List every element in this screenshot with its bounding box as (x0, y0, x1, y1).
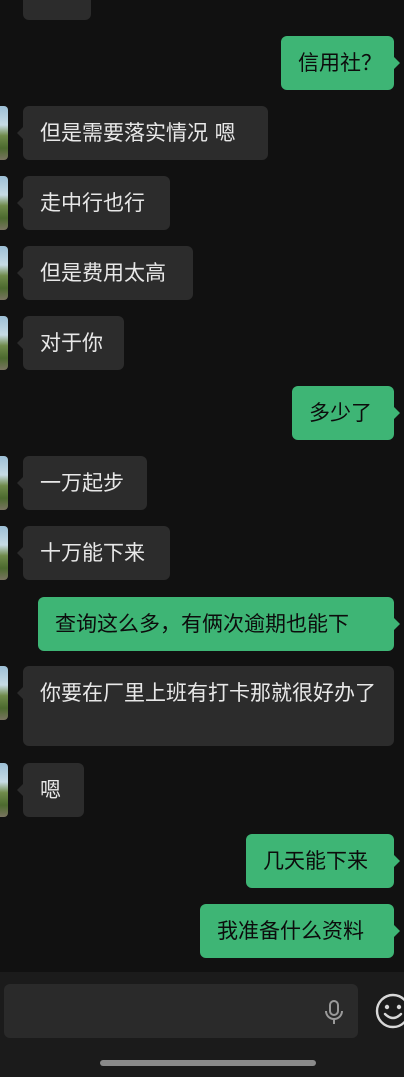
message-bubble-incoming[interactable]: 你要在厂里上班有打卡那就很好办了 (17, 666, 394, 746)
message-text: 我准备什么资料 (217, 919, 364, 943)
message-bubble-incoming[interactable]: 但是费用太高 (17, 246, 193, 300)
message-bubble-incoming[interactable]: 一万起步 (17, 456, 147, 510)
message-bubble-incoming[interactable] (23, 0, 91, 20)
message-text: 但是费用太高 (40, 261, 166, 285)
microphone-icon[interactable] (322, 1000, 346, 1026)
message-text: 多少了 (309, 401, 372, 425)
contact-avatar[interactable] (0, 246, 8, 300)
message-bubble-incoming[interactable]: 但是需要落实情况 嗯 (17, 106, 268, 160)
contact-avatar[interactable] (0, 666, 8, 720)
message-bubble-outgoing[interactable]: 几天能下来 (246, 834, 400, 888)
contact-avatar[interactable] (0, 526, 8, 580)
message-bubble-incoming[interactable]: 十万能下来 (17, 526, 170, 580)
message-text: 对于你 (40, 331, 103, 355)
message-text: 走中行也行 (40, 191, 145, 215)
message-text: 你要在厂里上班有打卡那就很好办了 (40, 681, 376, 705)
message-text: 嗯 (40, 778, 61, 802)
message-text: 一万起步 (40, 471, 124, 495)
home-indicator[interactable] (100, 1060, 316, 1066)
message-text: 但是需要落实情况 嗯 (40, 121, 236, 145)
message-bubble-incoming[interactable]: 对于你 (17, 316, 124, 370)
message-bubble-outgoing[interactable]: 多少了 (292, 386, 400, 440)
message-bubble-incoming[interactable]: 走中行也行 (17, 176, 170, 230)
message-input-bar (0, 972, 404, 1077)
message-bubble-outgoing[interactable]: 查询这么多，有俩次逾期也能下 (38, 597, 400, 651)
contact-avatar[interactable] (0, 106, 8, 160)
message-input[interactable] (4, 984, 358, 1038)
message-bubble-outgoing[interactable]: 信用社？ (281, 36, 400, 90)
contact-avatar[interactable] (0, 763, 8, 817)
message-text: 信用社？ (298, 51, 382, 75)
message-bubble-incoming[interactable]: 嗯 (17, 763, 84, 817)
chat-history[interactable]: 信用社？ 但是需要落实情况 嗯 走中行也行 但是费用太高 对于你 多少了 一万起… (0, 0, 404, 972)
message-text: 查询这么多，有俩次逾期也能下 (55, 612, 349, 636)
message-text: 几天能下来 (263, 849, 368, 873)
contact-avatar[interactable] (0, 316, 8, 370)
message-text: 十万能下来 (40, 541, 145, 565)
message-bubble-outgoing[interactable]: 我准备什么资料 (200, 904, 400, 958)
emoji-icon[interactable] (374, 992, 404, 1030)
contact-avatar[interactable] (0, 456, 8, 510)
contact-avatar[interactable] (0, 176, 8, 230)
